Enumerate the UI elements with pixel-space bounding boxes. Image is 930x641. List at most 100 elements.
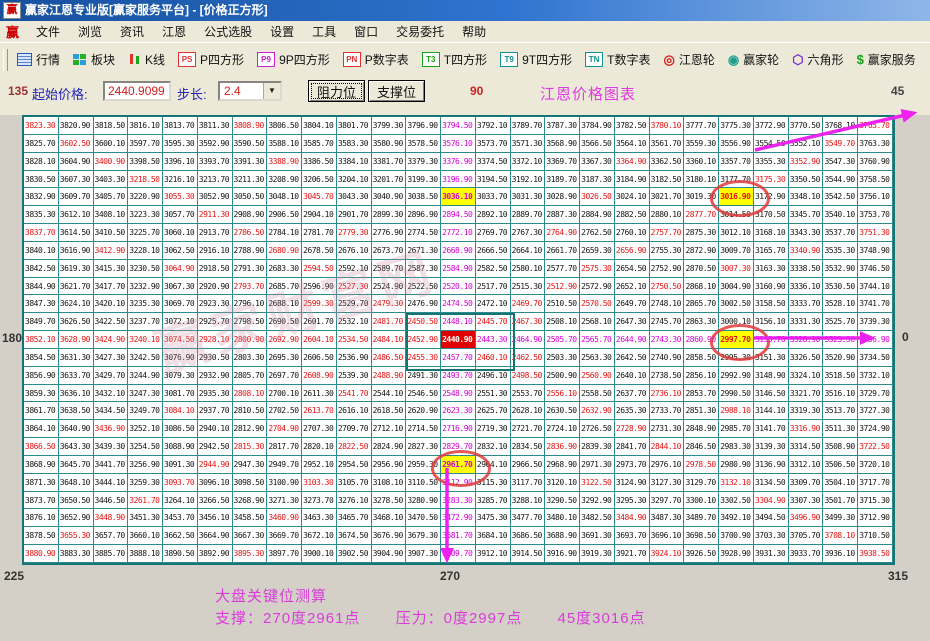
chevron-down-icon[interactable]: ▼	[263, 83, 280, 99]
grid-cell: 3660.10	[128, 527, 164, 546]
grid-cell: 2697.70	[267, 366, 303, 385]
grid-cell: 3328.90	[788, 331, 824, 349]
start-price-input[interactable]	[103, 81, 171, 101]
grid-cell: 2884.90	[580, 206, 615, 225]
grid-cell: 2762.50	[580, 224, 615, 242]
gann-wheel-icon: ◎	[663, 51, 675, 67]
toolbar-button-9P四方形[interactable]: P9 9P四方形	[252, 49, 335, 70]
grid-cell: 2546.50	[406, 384, 442, 403]
grid-cell: 3693.70	[614, 527, 650, 546]
grid-cell: 2544.10	[371, 384, 407, 403]
grid-cell: 2745.70	[649, 313, 685, 332]
grid-cell: 2714.50	[406, 420, 442, 439]
resistance-button[interactable]: 阻力位	[308, 80, 365, 102]
grid-cell: 3722.50	[858, 438, 893, 456]
toolbar-button-六角形[interactable]: ⬡ 六角形	[787, 49, 848, 70]
grid-cell: 3732.10	[858, 366, 893, 385]
grid-cell: 2815.30	[232, 438, 268, 456]
menu-item-江恩[interactable]: 江恩	[153, 25, 195, 39]
toolbar-button-P四方形[interactable]: PS P四方形	[173, 49, 249, 70]
grid-cell: 3484.90	[614, 509, 650, 528]
grid-cell: 3482.50	[580, 509, 615, 528]
grid-cell: 2664.10	[510, 241, 546, 260]
grid-cell: 3614.50	[58, 224, 94, 242]
grid-cell: 3120.10	[545, 473, 581, 492]
grid-cell: 3307.30	[788, 491, 824, 510]
toolbar-button-板块[interactable]: 板块	[68, 49, 120, 70]
toolbar-button-赢家服务[interactable]: $ 赢家服务	[852, 49, 921, 70]
menu-item-浏览[interactable]: 浏览	[69, 25, 111, 39]
grid-cell: 2853.70	[684, 384, 720, 403]
grid-cell: 3626.50	[58, 313, 94, 332]
grid-cell: 3919.30	[580, 545, 615, 563]
step-dropdown[interactable]: 2.4 ▼	[218, 81, 282, 101]
grid-cell: 3624.10	[58, 295, 94, 314]
grid-cell: 2966.50	[510, 455, 546, 474]
grid-cell: 3475.30	[475, 509, 511, 528]
grid-cell: 3864.10	[24, 420, 59, 439]
grid-cell: 3806.50	[267, 117, 303, 135]
grid-cell: 3741.70	[858, 295, 893, 314]
grid-cell: 2623.30	[441, 402, 476, 421]
grid-cell: 3242.50	[128, 348, 164, 367]
step-label: 步长:	[177, 87, 207, 102]
grid-cell: 3223.30	[128, 206, 164, 225]
menu-item-文件[interactable]: 文件	[27, 25, 69, 39]
grid-cell: 3888.10	[128, 545, 164, 563]
title-bar: 赢 赢家江恩专业版[赢家服务平台] - [价格正方形]	[0, 0, 930, 21]
grid-cell: 3175.30	[753, 170, 789, 189]
grid-cell: 3729.70	[858, 384, 893, 403]
grid-cell: 3218.50	[128, 170, 164, 189]
toolbar-button-T四方形[interactable]: T3 T四方形	[417, 49, 492, 70]
toolbar-button-P数字表[interactable]: PN P数字表	[338, 49, 414, 70]
grid-cell: 2601.70	[302, 313, 337, 332]
grid-cell: 3859.30	[24, 384, 59, 403]
menu-item-资讯[interactable]: 资讯	[111, 25, 153, 39]
support-button[interactable]: 支撑位	[368, 80, 425, 102]
menu-item-窗口[interactable]: 窗口	[345, 25, 387, 39]
grid-cell: 2752.90	[649, 259, 685, 278]
toolbar-button-赢家轮[interactable]: ◉ 赢家轮	[723, 49, 784, 70]
grid-cell: 3885.70	[93, 545, 129, 563]
grid-cell: 3655.30	[58, 527, 94, 546]
grid-cell: 2748.10	[649, 295, 685, 314]
grid-cell: 2944.90	[197, 455, 233, 474]
grid-cell: 2877.70	[684, 206, 720, 225]
grid-cell: 3340.90	[788, 241, 824, 260]
toolbar-button-T数字表[interactable]: TN T数字表	[580, 49, 655, 70]
grid-cell: 3240.10	[128, 331, 164, 349]
grid-cell: 2844.10	[649, 438, 685, 456]
grid-cell: 2719.30	[475, 420, 511, 439]
menu-item-设置[interactable]: 设置	[261, 25, 303, 39]
menu-item-交易委托[interactable]: 交易委托	[387, 25, 453, 39]
grid-cell: 3254.50	[128, 438, 164, 456]
angle-label-315: 315	[888, 569, 909, 583]
grid-cell: 2532.10	[336, 313, 372, 332]
grid-cell: 2680.90	[267, 241, 303, 260]
grid-cell: 2654.50	[614, 259, 650, 278]
grid-cell: 3139.30	[753, 438, 789, 456]
grid-cell: 3136.90	[753, 455, 789, 474]
toolbar-button-行情[interactable]: 行情	[12, 49, 65, 70]
grid-cell: 3415.30	[93, 259, 129, 278]
grid-cell: 3403.30	[93, 170, 129, 189]
menu-item-帮助[interactable]: 帮助	[453, 25, 495, 39]
grid-cell: 2858.50	[684, 348, 720, 367]
menu-item-公式选股[interactable]: 公式选股	[195, 25, 261, 39]
grid-cell: 3444.10	[93, 473, 129, 492]
grid-cell: 2620.90	[406, 402, 442, 421]
grid-cell: 2496.10	[475, 366, 511, 385]
grid-cell: 2872.90	[684, 241, 720, 260]
toolbar-button-9T四方形[interactable]: T9 9T四方形	[495, 49, 577, 70]
menu-item-工具[interactable]: 工具	[303, 25, 345, 39]
grid-cell: 3177.70	[719, 170, 754, 189]
toolbar-button-江恩轮[interactable]: ◎ 江恩轮	[658, 49, 719, 70]
grid-cell: 2875.30	[684, 224, 720, 242]
grid-cell: 3182.50	[649, 170, 685, 189]
grid-cell: 2726.50	[580, 420, 615, 439]
grid-cell: 2587.30	[406, 259, 442, 278]
grid-cell: 3244.90	[128, 366, 164, 385]
grid-cell: 3468.10	[371, 509, 407, 528]
grid-cell: 3631.30	[58, 348, 94, 367]
toolbar-button-K线[interactable]: K线	[123, 49, 170, 70]
